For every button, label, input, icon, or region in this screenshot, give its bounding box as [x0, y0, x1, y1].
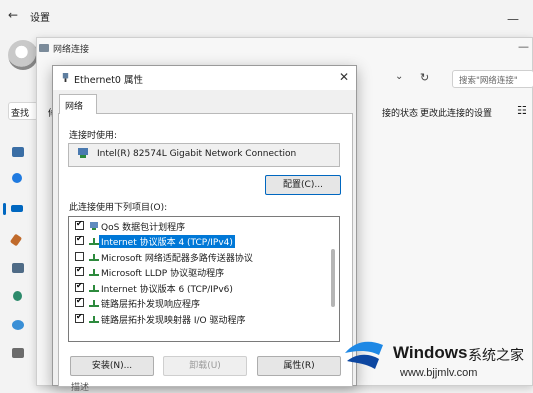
list-item[interactable]: 链路层拓扑发现响应程序: [72, 296, 322, 310]
adapter-name: Intel(R) 82574L Gigabit Network Connecti…: [97, 149, 297, 159]
system-icon[interactable]: [12, 147, 24, 157]
chevron-down-icon[interactable]: ⌄: [395, 71, 403, 82]
tab-network[interactable]: 网络: [59, 94, 97, 114]
item-label: 链路层拓扑发现响应程序: [101, 300, 201, 310]
checkbox[interactable]: [75, 219, 84, 230]
checkbox[interactable]: [75, 265, 84, 276]
list-item[interactable]: Internet 协议版本 6 (TCP/IPv6): [72, 281, 322, 295]
protocol-icon: [89, 254, 99, 261]
properties-button[interactable]: 属性(R): [257, 356, 341, 376]
protocol-icon: [89, 316, 99, 323]
list-item[interactable]: 链路层拓扑发现映射器 I/O 驱动程序: [72, 312, 322, 326]
checkbox[interactable]: [75, 234, 84, 245]
uninstall-button[interactable]: 卸载(U): [163, 356, 247, 376]
watermark-brand-cn: 系统之家: [468, 348, 524, 364]
minimize-icon[interactable]: —: [518, 40, 529, 53]
change-settings-command[interactable]: 更改此连接的设置: [420, 106, 492, 119]
network-window-title: 网络连接: [53, 45, 90, 55]
protocol-icon: [89, 300, 99, 307]
checkbox[interactable]: [75, 252, 84, 261]
network-card-icon: [78, 148, 88, 158]
network-adapter-icon: [62, 73, 69, 82]
view-status-command[interactable]: 接的状态: [382, 106, 418, 119]
checkbox[interactable]: [75, 281, 84, 292]
protocol-icon: [89, 238, 99, 245]
item-label: Microsoft LLDP 协议驱动程序: [101, 269, 225, 279]
windows-logo-icon: [345, 341, 383, 369]
minimize-icon[interactable]: —: [507, 12, 519, 26]
item-label: Internet 协议版本 6 (TCP/IPv6): [101, 285, 233, 295]
search-input[interactable]: 搜索"网络连接": [452, 70, 533, 88]
view-options-icon[interactable]: ☷: [517, 104, 527, 117]
item-label: Microsoft 网络适配器多路传送器协议: [101, 254, 253, 264]
gaming-icon[interactable]: [12, 348, 24, 358]
checkbox[interactable]: [75, 296, 84, 307]
watermark-url: www.bjjmlv.com: [400, 367, 478, 379]
refresh-icon[interactable]: ↻: [420, 71, 429, 84]
time-language-icon[interactable]: [12, 320, 24, 330]
item-label: 链路层拓扑发现映射器 I/O 驱动程序: [101, 316, 246, 326]
settings-search-input[interactable]: 查找: [8, 102, 38, 120]
list-item[interactable]: QoS 数据包计划程序: [72, 219, 322, 233]
connect-using-label: 连接时使用:: [69, 131, 118, 141]
components-list: QoS 数据包计划程序 Internet 协议版本 4 (TCP/IPv4) M…: [68, 216, 340, 342]
protocol-icon: [89, 269, 99, 276]
item-label: QoS 数据包计划程序: [101, 223, 186, 233]
protocol-icon: [89, 285, 99, 292]
list-scrollbar[interactable]: [328, 219, 338, 339]
item-label: Internet 协议版本 4 (TCP/IPv4): [99, 235, 235, 248]
configure-button[interactable]: 配置(C)...: [265, 175, 341, 195]
list-item[interactable]: Microsoft LLDP 协议驱动程序: [72, 265, 322, 279]
bluetooth-icon[interactable]: [12, 173, 22, 183]
qos-icon: [90, 222, 98, 230]
items-label: 此连接使用下列项目(O):: [69, 203, 168, 213]
back-arrow-icon[interactable]: ←: [8, 8, 18, 22]
apps-icon[interactable]: [12, 263, 24, 273]
accounts-icon[interactable]: [13, 291, 22, 301]
checkbox[interactable]: [75, 312, 84, 323]
active-nav-indicator: [3, 203, 6, 215]
ethernet-properties-dialog: Ethernet0 属性 ✕ 网络 连接时使用: Intel(R) 82574L…: [52, 65, 357, 393]
network-folder-icon: [39, 44, 49, 52]
personalization-icon[interactable]: [9, 233, 23, 247]
watermark-brand: Windows: [393, 343, 468, 362]
description-label: 描述: [71, 383, 90, 393]
dialog-title: Ethernet0 属性: [74, 75, 143, 86]
scrollbar-thumb[interactable]: [331, 249, 335, 307]
settings-title: 设置: [30, 13, 50, 24]
network-icon[interactable]: [11, 205, 23, 212]
avatar[interactable]: [8, 40, 38, 70]
list-item[interactable]: Microsoft 网络适配器多路传送器协议: [72, 250, 322, 264]
list-item[interactable]: Internet 协议版本 4 (TCP/IPv4): [72, 234, 322, 248]
install-button[interactable]: 安装(N)...: [70, 356, 154, 376]
close-icon[interactable]: ✕: [339, 70, 349, 84]
